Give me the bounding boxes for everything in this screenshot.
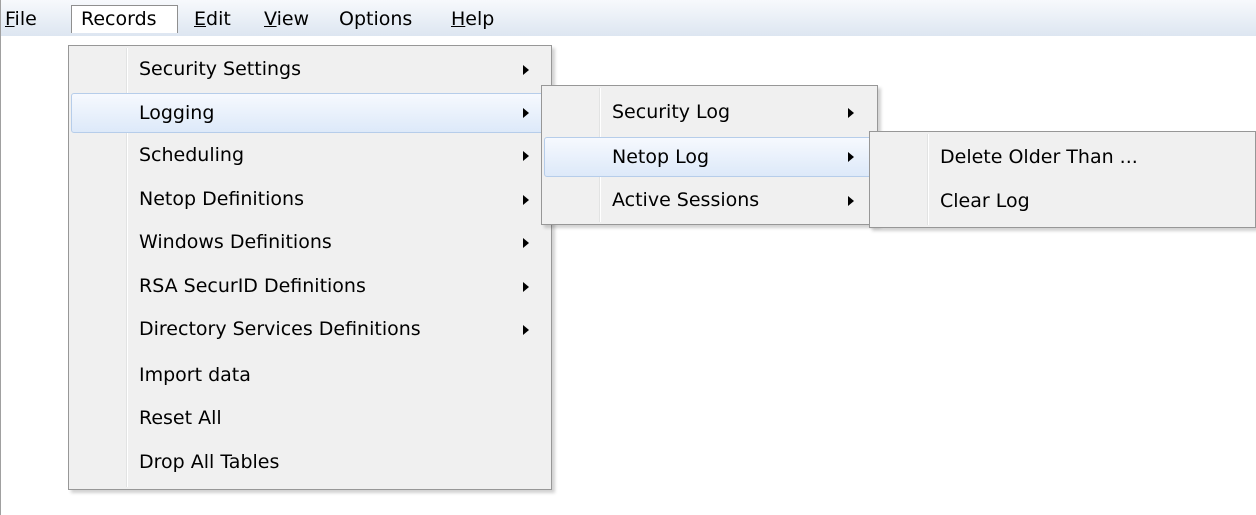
menu-item-directory-services-definitions[interactable]: Directory Services Definitions: [71, 310, 549, 350]
menu-item-label: Windows Definitions: [139, 231, 332, 253]
submenu-arrow-icon: [523, 238, 529, 248]
menu-item-clear-log[interactable]: Clear Log: [872, 182, 1253, 222]
menu-item-label: Import data: [139, 364, 251, 386]
menu-view[interactable]: View: [264, 5, 309, 33]
window-left-border: [0, 0, 1, 515]
menu-item-label: Reset All: [139, 407, 222, 429]
menu-item-security-settings[interactable]: Security Settings: [71, 50, 549, 90]
menu-item-drop-all-tables[interactable]: Drop All Tables: [71, 443, 549, 483]
menu-help[interactable]: Help: [451, 5, 494, 33]
menu-item-label: Netop Definitions: [139, 188, 304, 210]
menu-item-security-log[interactable]: Security Log: [544, 93, 875, 133]
logging-submenu: Security Log Netop Log Active Sessions: [541, 85, 878, 225]
menu-records-label: Records: [81, 8, 157, 30]
menu-item-label: Clear Log: [940, 190, 1030, 212]
menu-view-accel: V: [264, 8, 277, 30]
menu-item-label: Drop All Tables: [139, 451, 280, 473]
menu-item-reset-all[interactable]: Reset All: [71, 399, 549, 439]
menu-bar: File Records Edit View Options Help: [1, 0, 1256, 36]
netop-log-submenu: Delete Older Than ... Clear Log: [869, 131, 1256, 228]
submenu-arrow-icon: [523, 151, 529, 161]
menu-item-label: Active Sessions: [612, 189, 760, 211]
menu-view-label: iew: [276, 8, 310, 30]
menu-item-scheduling[interactable]: Scheduling: [71, 136, 549, 176]
menu-item-label: Security Settings: [139, 58, 301, 80]
menu-item-delete-older-than[interactable]: Delete Older Than ...: [872, 138, 1253, 178]
menu-file-label: ile: [14, 8, 37, 30]
menu-options[interactable]: Options: [339, 5, 412, 33]
menu-item-label: Logging: [139, 102, 215, 124]
menu-options-label: Options: [339, 8, 413, 30]
menu-item-netop-log[interactable]: Netop Log: [544, 137, 875, 177]
menu-item-windows-definitions[interactable]: Windows Definitions: [71, 223, 549, 263]
menu-file-accel: F: [5, 8, 15, 30]
menu-item-active-sessions[interactable]: Active Sessions: [544, 181, 875, 221]
menu-item-label: Netop Log: [612, 146, 710, 168]
menu-item-label: RSA SecurID Definitions: [139, 275, 366, 297]
menu-item-label: Directory Services Definitions: [139, 318, 421, 340]
menu-edit[interactable]: Edit: [194, 5, 231, 33]
submenu-arrow-icon: [848, 196, 854, 206]
menu-edit-label: dit: [206, 8, 231, 30]
menu-item-label: Delete Older Than ...: [940, 146, 1138, 168]
menu-help-accel: H: [451, 8, 466, 30]
menu-item-netop-definitions[interactable]: Netop Definitions: [71, 180, 549, 220]
menu-item-label: Scheduling: [139, 144, 245, 166]
submenu-arrow-icon: [523, 325, 529, 335]
submenu-arrow-icon: [848, 108, 854, 118]
submenu-arrow-icon: [523, 282, 529, 292]
submenu-arrow-icon: [523, 65, 529, 75]
submenu-arrow-icon: [848, 152, 854, 162]
menu-item-label: Security Log: [612, 101, 730, 123]
menu-help-label: elp: [465, 8, 495, 30]
menu-edit-accel: E: [194, 8, 207, 30]
menu-item-logging[interactable]: Logging: [71, 93, 549, 133]
menu-item-rsa-securid-definitions[interactable]: RSA SecurID Definitions: [71, 267, 549, 307]
submenu-arrow-icon: [523, 195, 529, 205]
menu-item-import-data[interactable]: Import data: [71, 356, 549, 396]
menu-file[interactable]: File: [5, 5, 37, 33]
submenu-arrow-icon: [523, 108, 529, 118]
menu-records[interactable]: Records: [71, 5, 178, 33]
records-menu: Security Settings Logging Scheduling Net…: [68, 45, 552, 490]
